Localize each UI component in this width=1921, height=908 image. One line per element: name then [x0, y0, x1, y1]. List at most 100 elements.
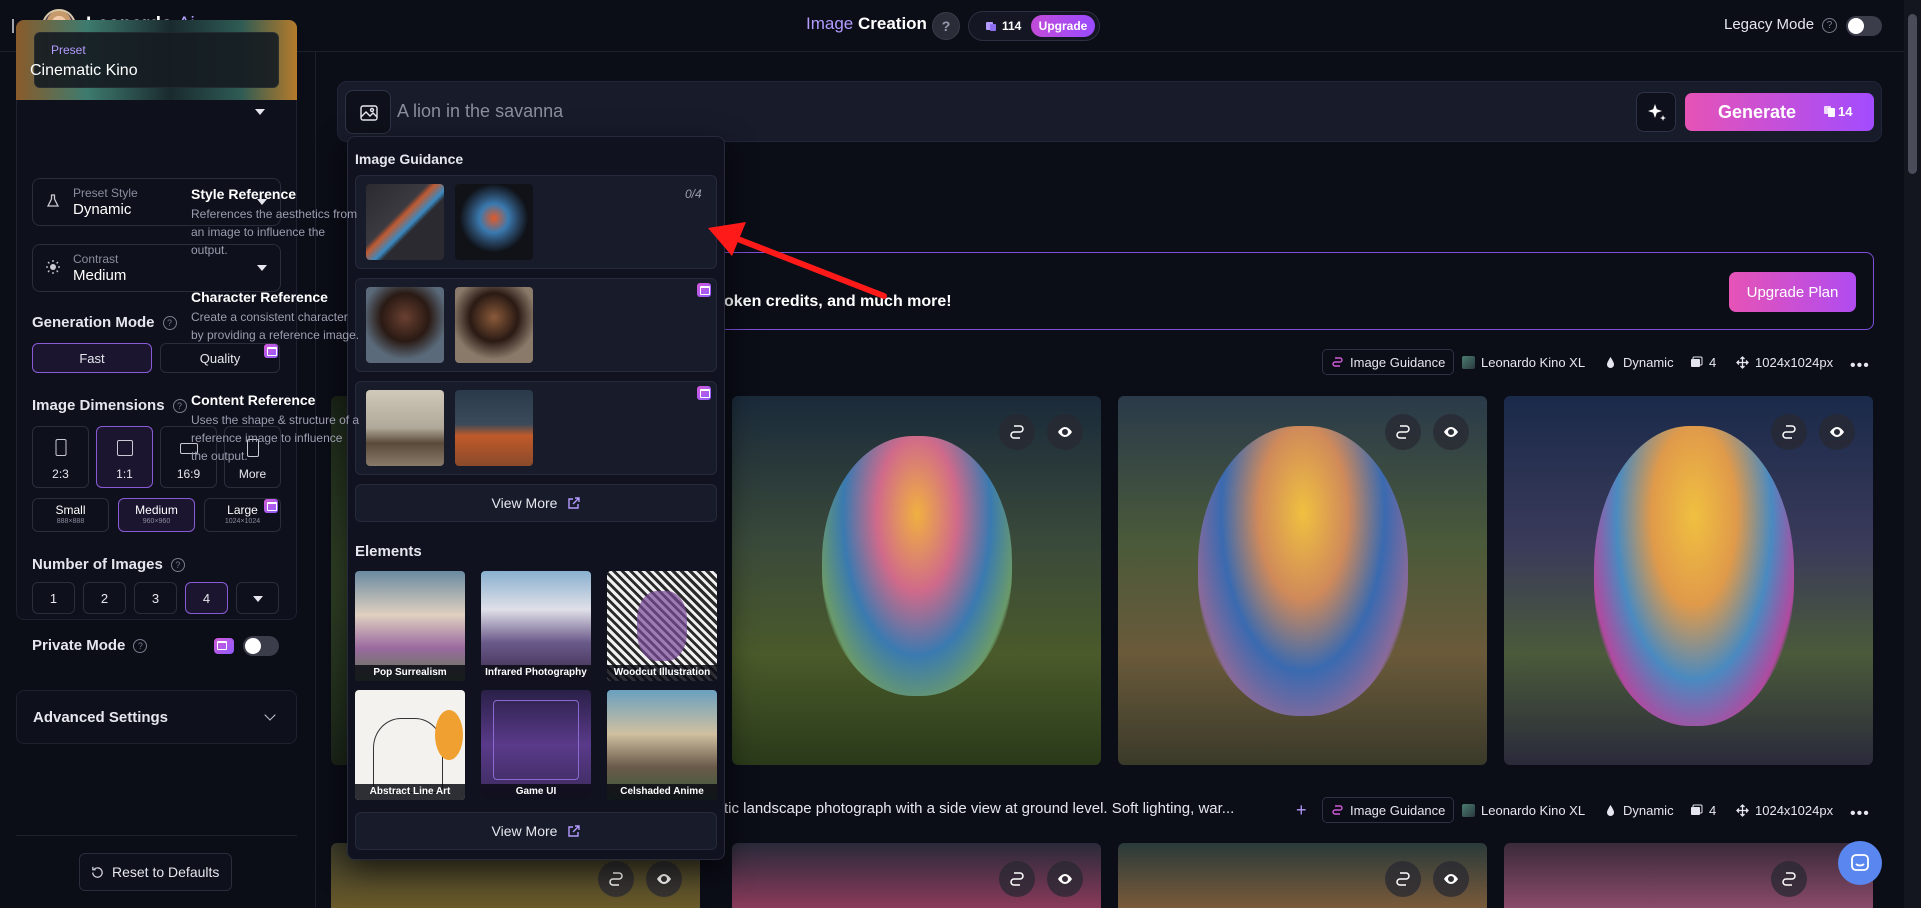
sidebar-divider [16, 835, 297, 836]
image-guidance-chip[interactable]: Image Guidance [1322, 349, 1455, 375]
move-icon [1736, 355, 1749, 369]
style-chip: Dynamic [1604, 797, 1674, 823]
eye-icon[interactable] [1433, 414, 1469, 450]
content-reference-title: Content Reference [191, 392, 316, 408]
generated-image-3[interactable] [1118, 396, 1487, 765]
upgrade-banner [720, 252, 1874, 330]
more-options-icon[interactable]: ••• [1850, 805, 1870, 823]
num-images-1-button[interactable]: 1 [32, 582, 75, 614]
ratio-2-3-button[interactable]: 2:3 [32, 426, 89, 488]
page-scrollbar[interactable] [1904, 0, 1921, 908]
num-images-more-button[interactable] [236, 582, 279, 614]
generate-button[interactable]: Generate 14 [1685, 93, 1874, 131]
character-reference-title: Character Reference [191, 289, 328, 305]
generate-cost: 14 [1838, 104, 1853, 119]
eye-icon[interactable] [1433, 861, 1469, 897]
guidance-view-more-button[interactable]: View More [355, 484, 717, 522]
drop-icon [1607, 804, 1614, 816]
private-mode-label: Private Mode? [32, 637, 148, 654]
element-pop-surrealism[interactable]: Pop Surrealism [355, 571, 465, 681]
private-mode-toggle[interactable] [243, 636, 279, 656]
eye-icon[interactable] [1047, 414, 1083, 450]
credits-pill: 114 Upgrade [968, 11, 1100, 41]
ratio-1-1-button[interactable]: 1:1 [96, 426, 153, 488]
square-shape-icon [116, 440, 133, 456]
element-woodcut-illustration[interactable]: Woodcut Illustration [607, 571, 717, 681]
generated-image-6[interactable] [732, 843, 1101, 908]
generated-image-2[interactable] [732, 396, 1101, 765]
style-reference-title: Style Reference [191, 186, 297, 202]
scrollbar-thumb[interactable] [1908, 14, 1917, 174]
element-game-ui[interactable]: Game UI [481, 690, 591, 800]
size-small-button[interactable]: Small 888×888 [32, 498, 109, 532]
remix-icon[interactable] [1771, 414, 1807, 450]
size-medium-button[interactable]: Medium 960×960 [118, 498, 195, 532]
remix-icon[interactable] [598, 861, 634, 897]
help-icon[interactable]: ? [162, 316, 177, 331]
chat-support-button[interactable] [1838, 841, 1882, 885]
image-guidance-title: Image Guidance [355, 151, 464, 167]
element-celshaded-anime[interactable]: Celshaded Anime [607, 690, 717, 800]
dimensions-chip: 1024x1024px [1736, 349, 1833, 375]
style-reference-count: 0/4 [685, 187, 702, 201]
character-ref-thumb-1 [366, 287, 444, 363]
portrait-shape-icon [55, 439, 66, 456]
more-options-icon[interactable]: ••• [1850, 357, 1870, 375]
element-infrared-photography[interactable]: Infrared Photography [481, 571, 591, 681]
premium-gem-icon [214, 638, 234, 654]
style-reference-card[interactable] [355, 175, 717, 269]
eye-icon[interactable] [1047, 861, 1083, 897]
chevron-down-icon [253, 596, 263, 602]
size-dims: 888×888 [56, 518, 85, 525]
ratio-label: 16:9 [176, 467, 201, 481]
elements-view-more-button[interactable]: View More [355, 812, 717, 850]
remix-icon[interactable] [999, 861, 1035, 897]
help-button[interactable]: ? [932, 12, 960, 40]
eye-icon[interactable] [1819, 414, 1855, 450]
add-icon[interactable]: + [1296, 797, 1307, 823]
help-icon[interactable]: ? [172, 399, 187, 414]
remix-icon[interactable] [1771, 861, 1807, 897]
model-chip: Leonardo Kino XL [1462, 797, 1585, 823]
size-dims: 960×960 [142, 518, 171, 525]
advanced-settings-accordion[interactable]: Advanced Settings [16, 690, 297, 744]
generated-image-4[interactable] [1504, 396, 1873, 765]
flask-icon [46, 194, 60, 207]
generated-image-7[interactable] [1118, 843, 1487, 908]
legacy-mode-toggle[interactable] [1846, 16, 1882, 36]
premium-gem-icon [697, 386, 711, 400]
number-of-images-title: Number of Images? [32, 556, 185, 573]
move-icon [1736, 803, 1749, 817]
reset-defaults-button[interactable]: Reset to Defaults [79, 853, 232, 891]
num-images-3-button[interactable]: 3 [134, 582, 177, 614]
prompt-input[interactable]: A lion in the savanna [397, 101, 563, 122]
character-reference-desc: Create a consistent character by providi… [191, 310, 360, 342]
contrast-label: Contrast [73, 252, 119, 266]
remix-icon[interactable] [1385, 414, 1421, 450]
help-icon[interactable]: ? [170, 558, 185, 573]
eye-icon[interactable] [646, 861, 682, 897]
help-icon[interactable]: ? [133, 639, 148, 654]
size-label: Small [55, 503, 86, 517]
remix-icon[interactable] [1385, 861, 1421, 897]
remix-icon[interactable] [999, 414, 1035, 450]
image-guidance-chip[interactable]: Image Guidance [1322, 797, 1455, 823]
element-label: Woodcut Illustration [607, 665, 717, 681]
ratio-label: 2:3 [52, 467, 69, 481]
content-reference-card[interactable] [355, 381, 717, 475]
num-images-2-button[interactable]: 2 [83, 582, 126, 614]
preset-selector[interactable]: Preset [16, 20, 297, 100]
generated-image-8[interactable] [1504, 843, 1873, 908]
prompt-enhance-button[interactable] [1636, 92, 1676, 132]
character-reference-card[interactable] [355, 278, 717, 372]
element-abstract-line-art[interactable]: Abstract Line Art [355, 690, 465, 800]
image-count-chip: 4 [1690, 797, 1716, 823]
size-dims: 1024×1024 [224, 518, 261, 525]
image-guidance-button[interactable] [345, 90, 391, 134]
upgrade-plan-button[interactable]: Upgrade Plan [1729, 272, 1856, 312]
images-icon [1691, 356, 1703, 367]
upgrade-button[interactable]: Upgrade [1031, 15, 1095, 37]
generation-meta-row: + Image Guidance Leonardo Kino XL Dynami… [0, 797, 1904, 823]
num-images-4-button[interactable]: 4 [185, 582, 228, 614]
legacy-help-icon[interactable]: ? [1822, 18, 1837, 33]
